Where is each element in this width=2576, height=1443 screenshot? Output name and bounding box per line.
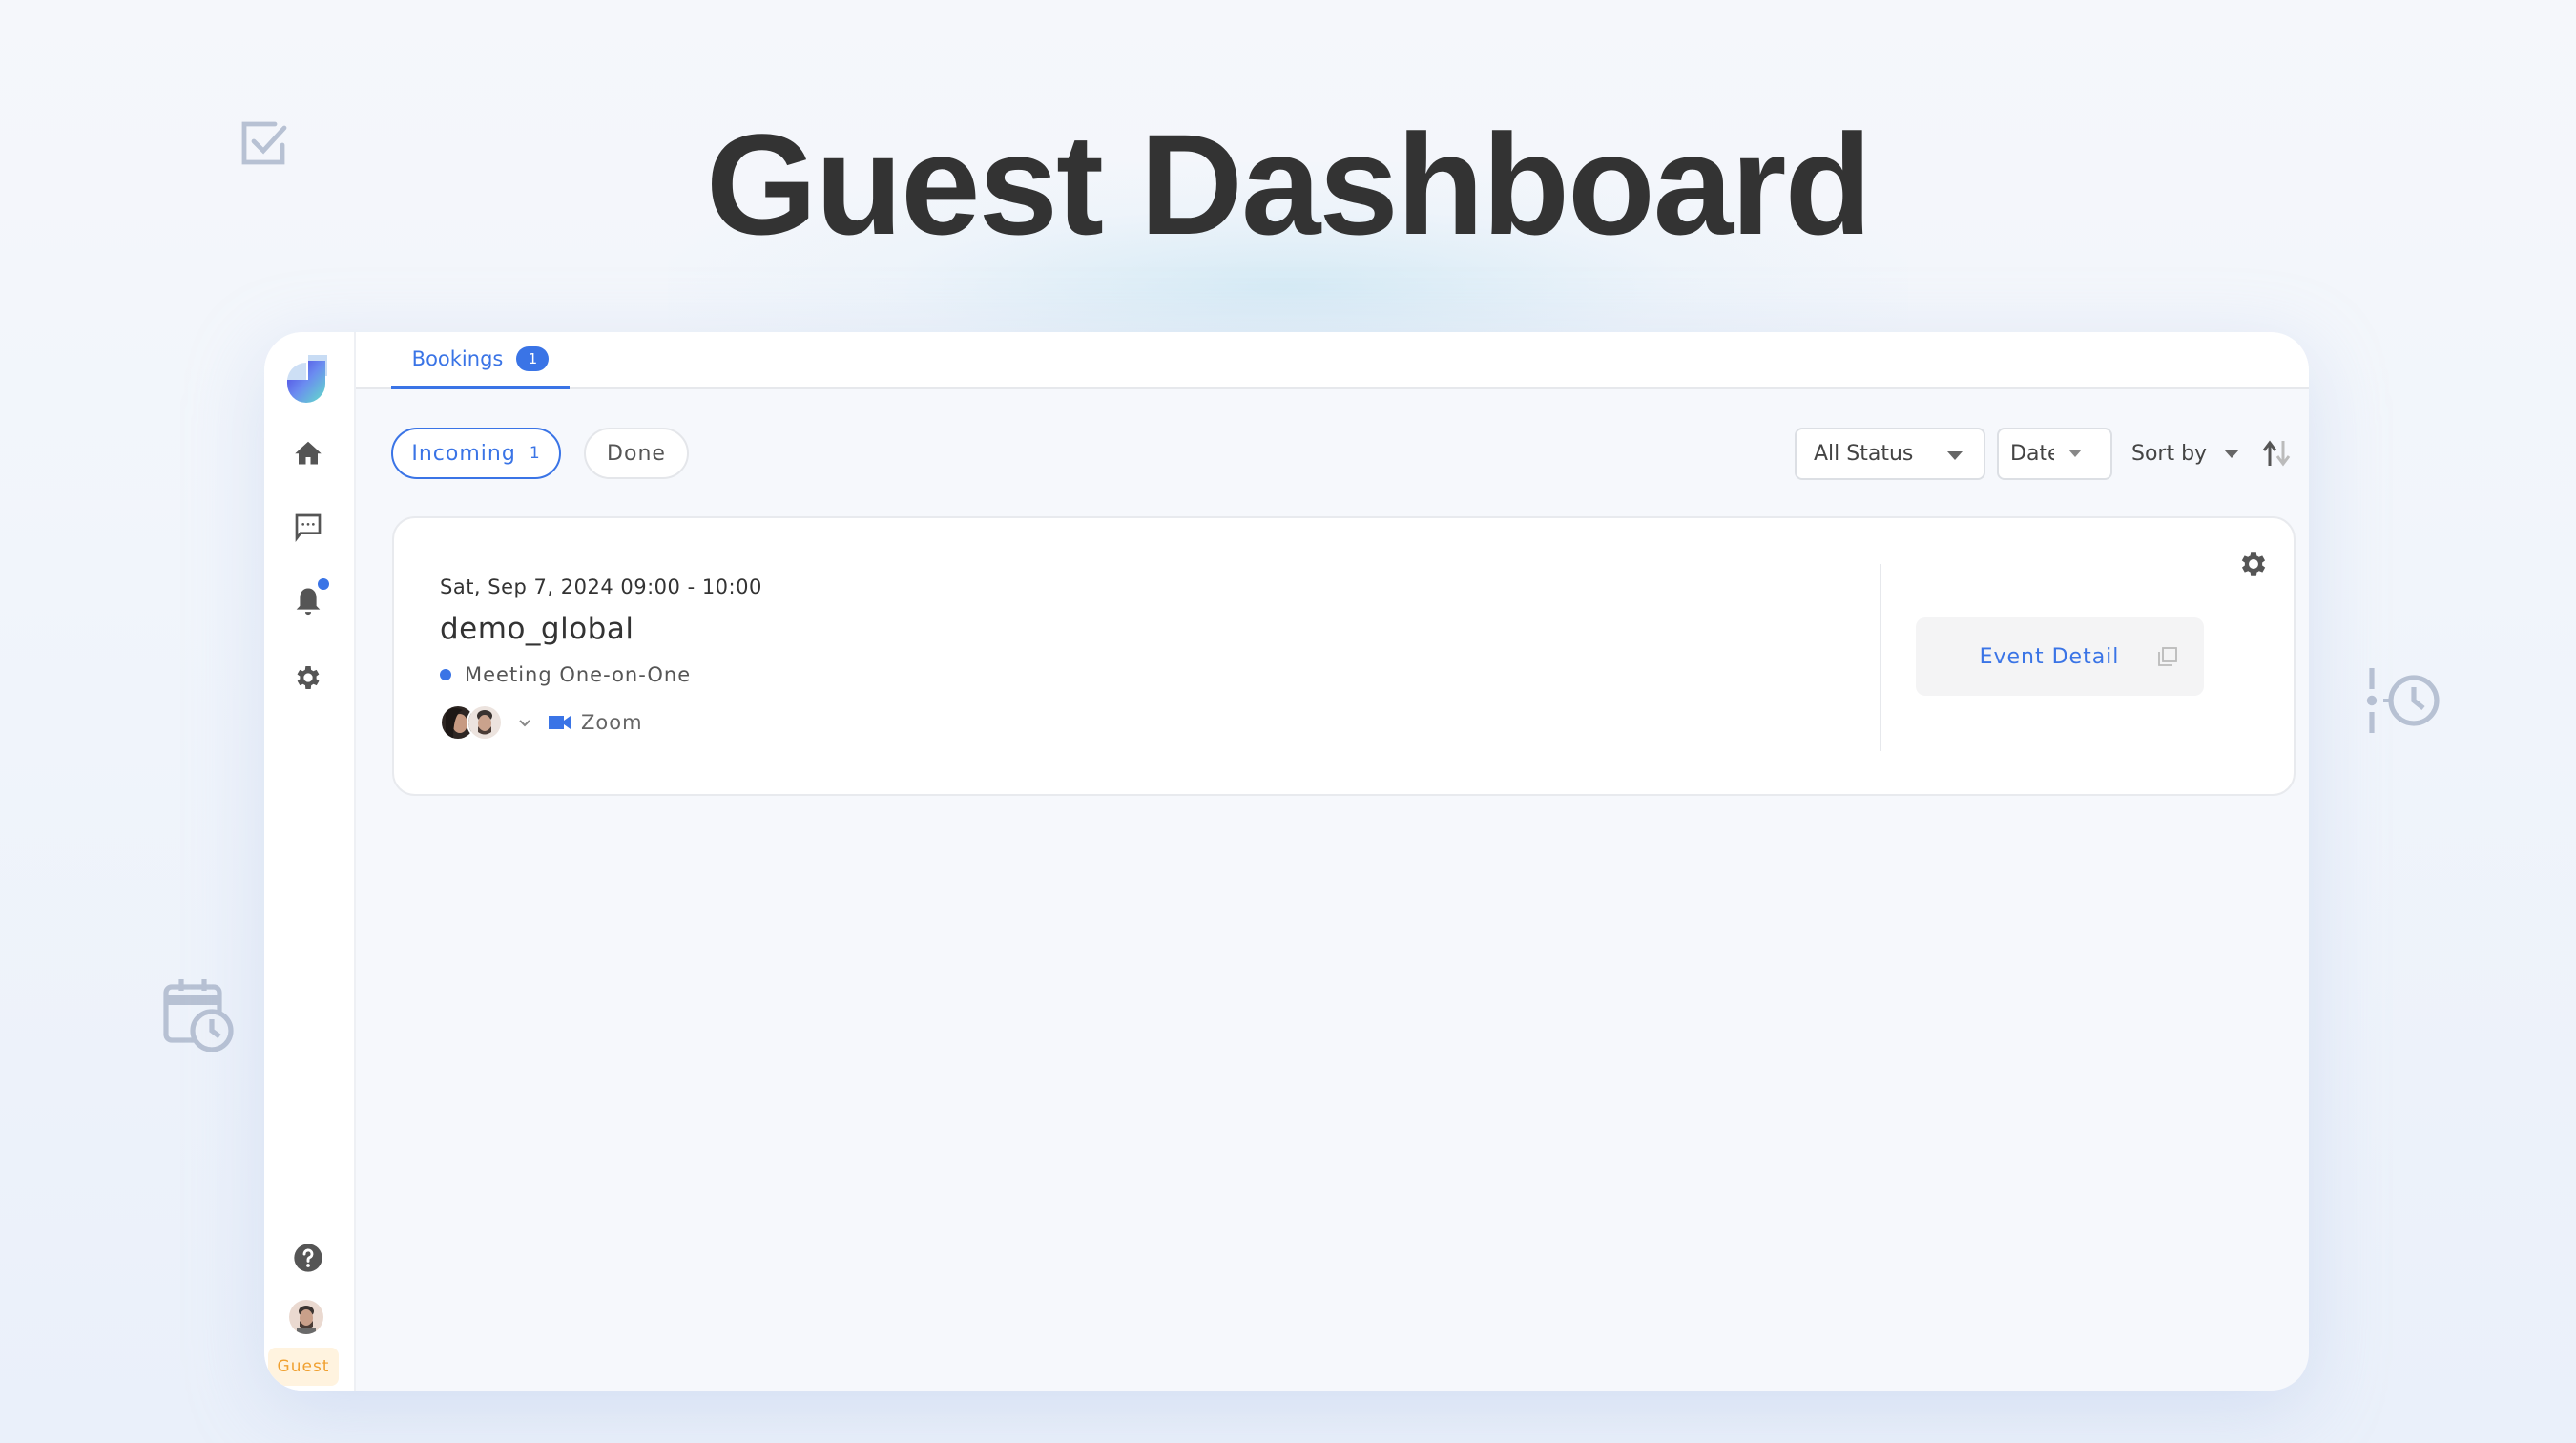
page-title: Guest Dashboard xyxy=(705,104,1872,264)
sidebar-item-messages[interactable] xyxy=(291,510,325,544)
sort-arrows-icon xyxy=(2262,440,2291,467)
booking-settings-button[interactable] xyxy=(2237,548,2270,580)
sidebar-item-settings[interactable] xyxy=(291,660,325,695)
sidebar-item-notifications[interactable] xyxy=(291,578,329,618)
sort-by-label: Sort by xyxy=(2131,442,2208,466)
copy-icon xyxy=(2158,647,2178,666)
tab-bar: Bookings 1 xyxy=(356,332,2309,389)
help-button[interactable] xyxy=(291,1241,325,1275)
card-divider xyxy=(1880,564,1881,751)
type-indicator-dot xyxy=(440,669,451,680)
role-badge: Guest xyxy=(268,1348,339,1386)
date-select[interactable]: Date xyxy=(1997,428,2112,480)
tab-label: Bookings xyxy=(411,347,504,370)
app-logo[interactable] xyxy=(285,351,327,405)
pill-count: 1 xyxy=(529,444,541,463)
avatar xyxy=(467,704,503,741)
filter-pill-incoming[interactable]: Incoming 1 xyxy=(391,428,561,479)
bell-icon xyxy=(296,588,321,616)
event-detail-button[interactable]: Event Detail xyxy=(1916,617,2204,696)
gear-icon xyxy=(2241,552,2266,576)
calendar-clock-icon xyxy=(160,975,237,1052)
tab-bookings[interactable]: Bookings 1 xyxy=(391,332,570,389)
user-avatar[interactable] xyxy=(289,1300,323,1334)
home-icon xyxy=(295,441,322,465)
sidebar-item-home[interactable] xyxy=(291,435,325,470)
booking-title: demo_global xyxy=(440,612,634,646)
event-detail-label: Event Detail xyxy=(1979,644,2120,669)
sort-direction-toggle[interactable] xyxy=(2260,439,2293,468)
checkbox-icon xyxy=(239,118,292,168)
booking-card: Sat, Sep 7, 2024 09:00 - 10:00 demo_glob… xyxy=(392,516,2296,796)
chevron-down-icon xyxy=(2068,450,2082,457)
chevron-down-icon[interactable] xyxy=(514,712,535,733)
help-icon xyxy=(294,1244,322,1272)
timeline-clock-icon xyxy=(2364,666,2444,735)
sidebar: Guest xyxy=(264,332,356,1391)
main-content: Bookings 1 Incoming 1 Done All Status Da… xyxy=(356,332,2309,1391)
notification-dot xyxy=(318,578,329,590)
booking-meta: Zoom xyxy=(440,703,643,742)
pill-label: Done xyxy=(607,441,666,466)
date-select-value: Date xyxy=(2010,442,2054,466)
meeting-location-label: Zoom xyxy=(581,711,643,734)
chevron-down-icon xyxy=(2224,450,2240,458)
chevron-down-icon xyxy=(1947,451,1963,460)
gear-icon xyxy=(297,666,320,689)
filter-pill-done[interactable]: Done xyxy=(584,428,689,479)
booking-type: Meeting One-on-One xyxy=(440,663,691,686)
meeting-location: Zoom xyxy=(549,711,643,734)
participant-avatars[interactable] xyxy=(440,704,503,741)
status-select-value: All Status xyxy=(1814,442,1914,466)
video-camera-icon xyxy=(549,716,571,729)
app-window: Guest Bookings 1 Incoming 1 Done All Sta… xyxy=(264,332,2309,1391)
booking-type-label: Meeting One-on-One xyxy=(465,663,692,686)
status-select[interactable]: All Status xyxy=(1795,428,1985,480)
chat-icon xyxy=(295,513,322,542)
pill-label: Incoming xyxy=(411,441,516,466)
tab-count-badge: 1 xyxy=(516,346,550,371)
sort-by-select[interactable]: Sort by xyxy=(2131,428,2240,480)
booking-datetime: Sat, Sep 7, 2024 09:00 - 10:00 xyxy=(440,575,762,598)
